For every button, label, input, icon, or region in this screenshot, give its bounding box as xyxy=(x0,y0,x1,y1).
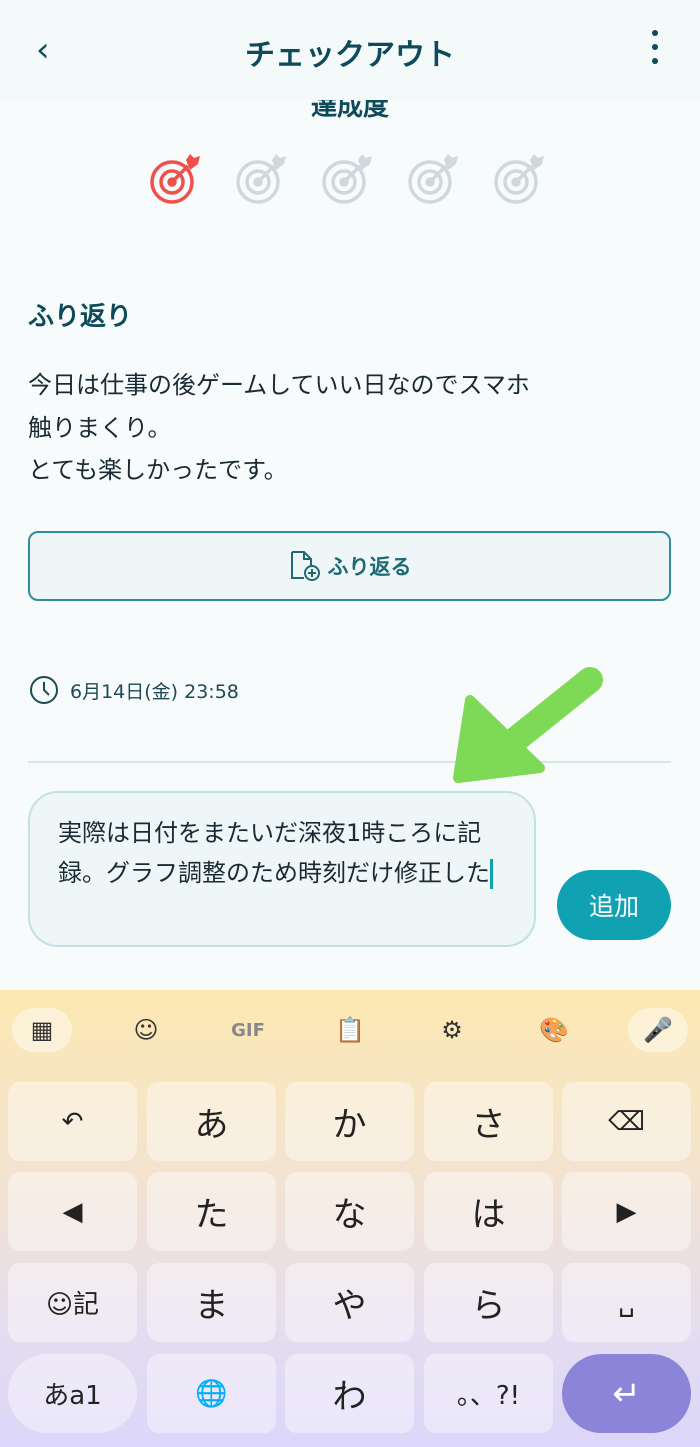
sticker-icon[interactable]: ☺ xyxy=(116,1008,176,1052)
gif-button[interactable]: GIF xyxy=(218,1008,278,1052)
key[interactable]: は xyxy=(424,1172,553,1251)
enter-key[interactable]: ↵ xyxy=(562,1354,691,1433)
apps-icon[interactable]: ▦ xyxy=(12,1008,72,1052)
reflection-body: 今日は仕事の後ゲームしていい日なのでスマホ 触りまくり。 とても楽しかったです。 xyxy=(28,371,530,484)
reflect-button[interactable]: ふり返る xyxy=(28,531,671,601)
target-icon[interactable] xyxy=(234,150,290,206)
timestamp-text: 6月14日(金) 23:58 xyxy=(70,680,239,703)
timestamp: 6月14日(金) 23:58 xyxy=(28,674,239,706)
comment-input[interactable]: 実際は日付をまたいだ深夜1時ころに記録。グラフ調整のため時刻だけ修正した xyxy=(28,791,536,947)
gear-icon[interactable]: ⚙ xyxy=(422,1008,482,1052)
key[interactable]: な xyxy=(285,1172,414,1251)
clipboard-icon[interactable]: 📋 xyxy=(320,1008,380,1052)
key[interactable]: や xyxy=(285,1263,414,1342)
palette-icon[interactable]: 🎨 xyxy=(524,1008,584,1052)
key[interactable]: わ xyxy=(285,1354,414,1433)
key[interactable]: ↶ xyxy=(8,1082,137,1161)
target-icon[interactable] xyxy=(406,150,462,206)
key[interactable]: 🌐 xyxy=(147,1354,276,1433)
add-button[interactable]: 追加 xyxy=(557,870,671,940)
annotation-arrow xyxy=(453,667,603,783)
mic-icon[interactable]: 🎤 xyxy=(628,1008,688,1052)
key[interactable]: た xyxy=(147,1172,276,1251)
target-icon[interactable] xyxy=(148,150,204,206)
page-title: チェックアウト xyxy=(245,38,455,73)
file-add-icon xyxy=(290,551,320,581)
key[interactable]: ▶ xyxy=(562,1172,691,1251)
key[interactable]: ⌫ xyxy=(562,1082,691,1161)
text-cursor xyxy=(490,859,493,889)
key[interactable]: ☺記 xyxy=(8,1263,137,1342)
key[interactable]: か xyxy=(285,1082,414,1161)
comment-text: 実際は日付をまたいだ深夜1時ころに記録。グラフ調整のため時刻だけ修正した xyxy=(58,819,490,887)
more-options-button[interactable] xyxy=(640,30,670,70)
key[interactable]: ␣ xyxy=(562,1263,691,1342)
target-icon[interactable] xyxy=(492,150,548,206)
key[interactable]: ら xyxy=(424,1263,553,1342)
target-icon[interactable] xyxy=(320,150,376,206)
app-header: ‹ チェックアウト xyxy=(0,0,700,100)
key[interactable]: あa1 xyxy=(8,1354,137,1433)
key[interactable]: あ xyxy=(147,1082,276,1161)
reflect-button-label: ふり返る xyxy=(327,556,412,579)
key[interactable]: ◀ xyxy=(8,1172,137,1251)
clock-icon xyxy=(30,676,58,704)
key[interactable]: ま xyxy=(147,1263,276,1342)
key[interactable]: 。、?! xyxy=(424,1354,553,1433)
key[interactable]: さ xyxy=(424,1082,553,1161)
reflection-title: ふり返り xyxy=(28,302,133,332)
